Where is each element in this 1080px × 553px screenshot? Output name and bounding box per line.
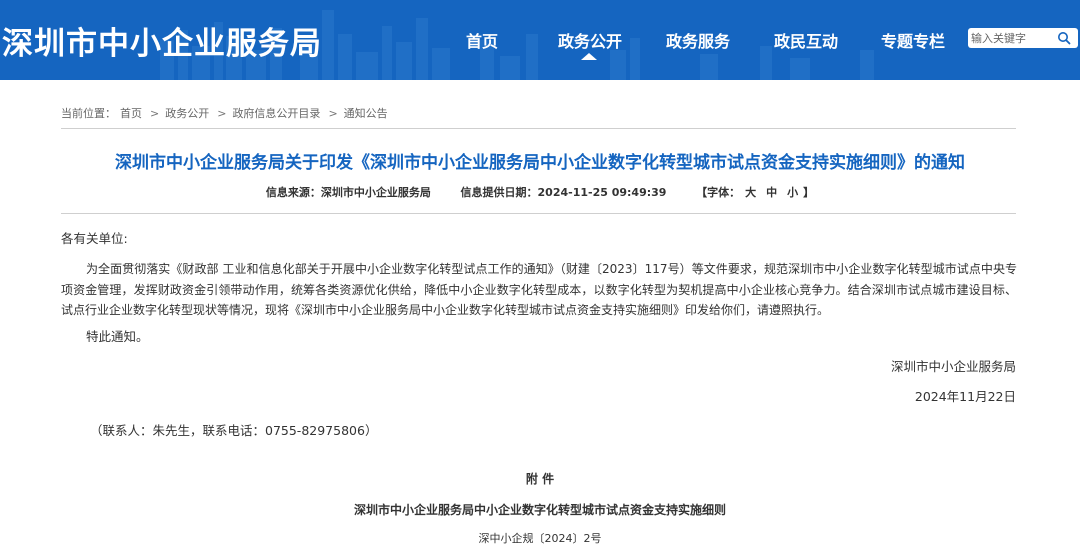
breadcrumb-prefix: 当前位置： — [61, 107, 116, 120]
breadcrumb-item-info-catalog[interactable]: 政府信息公开目录 — [232, 107, 320, 120]
date-label: 信息提供日期： — [460, 186, 538, 199]
nav-item-home[interactable]: 首页 — [466, 28, 498, 52]
article-meta: 信息来源：深圳市中小企业服务局 信息提供日期：2024-11-25 09:49:… — [0, 184, 1080, 200]
breadcrumb-divider — [61, 128, 1016, 129]
font-size-label: 【字体： — [696, 186, 741, 199]
search-box — [968, 28, 1078, 48]
body-paragraph: 为全面贯彻落实《财政部 工业和信息化部关于开展中小企业数字化转型试点工作的通知》… — [61, 262, 1017, 317]
font-size-large-button[interactable]: 大 — [745, 186, 756, 199]
search-input[interactable] — [971, 30, 1051, 46]
font-size-medium-button[interactable]: 中 — [766, 186, 777, 199]
attachment-label: 附 件 — [525, 472, 555, 486]
contact-info: （联系人：朱先生，联系电话：0755-82975806） — [90, 423, 378, 438]
breadcrumb-item-notices[interactable]: 通知公告 — [344, 107, 388, 120]
breadcrumb: 当前位置： 首页 > 政务公开 > 政府信息公开目录 > 通知公告 — [61, 105, 392, 121]
site-header: 深圳市中小企业服务局 首页 政务公开 政务服务 政民互动 专题专栏 — [0, 0, 1080, 80]
article-title: 深圳市中小企业服务局关于印发《深圳市中小企业服务局中小企业数字化转型城市试点资金… — [115, 153, 965, 173]
breadcrumb-separator: > — [328, 107, 338, 120]
breadcrumb-item-government-affairs-open[interactable]: 政务公开 — [165, 107, 209, 120]
sign-date: 2024年11月22日 — [914, 389, 1016, 404]
nav-item-government-services[interactable]: 政务服务 — [666, 28, 730, 52]
caret-up-icon — [581, 53, 597, 60]
article-header-divider — [61, 213, 1016, 214]
closing-line: 特此通知。 — [86, 329, 149, 344]
source-value: 深圳市中小企业服务局 — [320, 186, 431, 199]
breadcrumb-item-home[interactable]: 首页 — [120, 107, 142, 120]
font-size-small-button[interactable]: 小 — [787, 186, 798, 199]
breadcrumb-separator: > — [217, 107, 227, 120]
source-label: 信息来源： — [265, 186, 321, 199]
document-number: 深中小企规〔2024〕2号 — [478, 532, 602, 545]
font-size-close: 】 — [803, 186, 815, 199]
search-icon[interactable] — [1056, 31, 1072, 45]
active-nav-indicator — [558, 52, 648, 62]
salutation: 各有关单位: — [61, 231, 128, 246]
attachment-title: 深圳市中小企业服务局中小企业数字化转型城市试点资金支持实施细则 — [353, 503, 726, 517]
site-title[interactable]: 深圳市中小企业服务局 — [2, 18, 322, 63]
signature: 深圳市中小企业服务局 — [890, 359, 1016, 374]
nav-item-public-interaction[interactable]: 政民互动 — [774, 28, 838, 52]
date-value: 2024-11-25 09:49:39 — [537, 186, 667, 199]
nav-item-special-topics[interactable]: 专题专栏 — [881, 28, 945, 52]
breadcrumb-separator: > — [150, 107, 160, 120]
nav-item-government-affairs-open[interactable]: 政务公开 — [558, 28, 622, 52]
